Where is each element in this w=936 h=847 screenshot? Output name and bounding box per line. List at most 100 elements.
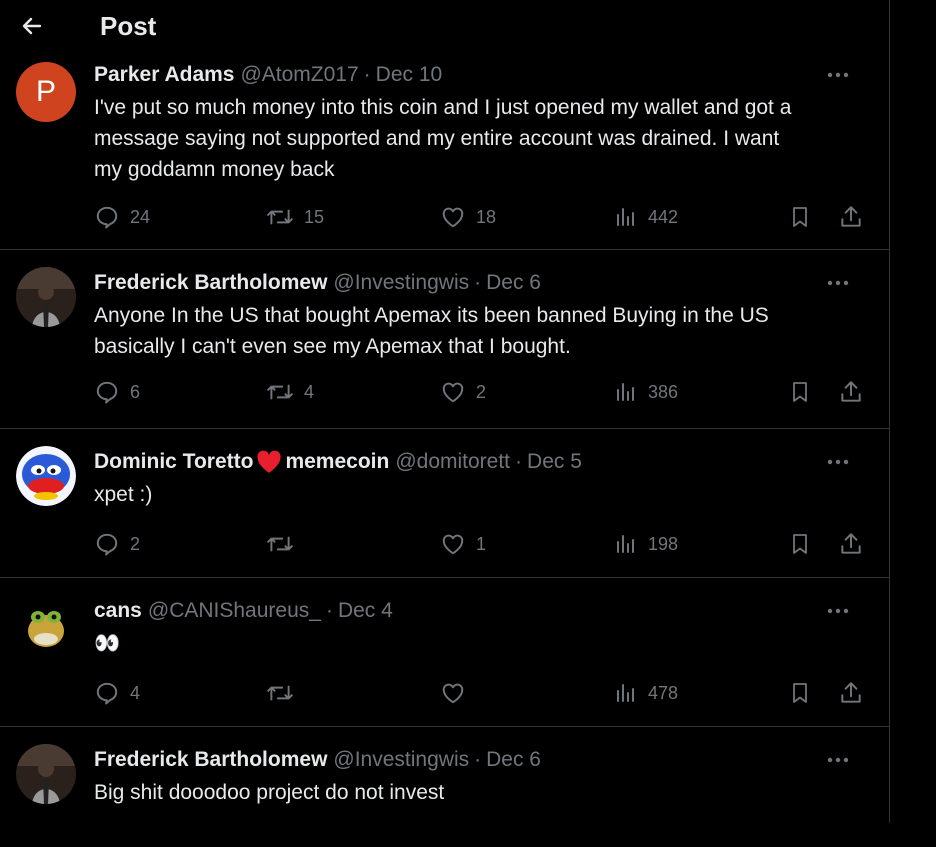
like-button[interactable]: 1: [440, 526, 486, 562]
more-horizontal-icon: [827, 608, 849, 614]
post-text-line: Big shit dooodoo project do not invest: [94, 781, 445, 804]
bookmark-button[interactable]: [788, 374, 812, 410]
post-text-line: 👀: [94, 632, 121, 655]
heart-icon: [442, 207, 464, 228]
more-options-button[interactable]: [823, 62, 853, 88]
post-text: Anyone In the US that bought Apemax its …: [94, 300, 869, 362]
reply-feed: P Parker Adams @AtomZ017 · Dec 10 I've p…: [0, 52, 889, 847]
more-horizontal-icon: [827, 280, 849, 286]
views-button[interactable]: 442: [614, 199, 678, 235]
reply-post[interactable]: cans @CANIShaureus_ · Dec 4 👀 4 478: [0, 578, 889, 727]
bookmark-button[interactable]: [788, 675, 812, 711]
reply-post[interactable]: Dominic Toretto memecoin @domitorett · D…: [0, 429, 889, 578]
bookmark-icon: [793, 683, 807, 703]
like-count: 1: [476, 533, 487, 554]
post-body: Dominic Toretto memecoin @domitorett · D…: [94, 439, 869, 566]
back-button[interactable]: [12, 6, 52, 46]
views-count: 442: [648, 206, 679, 227]
post-text: Big shit dooodoo project do not invest: [94, 777, 869, 808]
display-name[interactable]: Frederick Bartholomew: [94, 271, 327, 295]
display-name[interactable]: Dominic Toretto: [94, 450, 253, 474]
reply-post[interactable]: P Parker Adams @AtomZ017 · Dec 10 I've p…: [0, 52, 889, 250]
reply-post[interactable]: Frederick Bartholomew @Investingwis · De…: [0, 727, 889, 847]
more-options-button[interactable]: [823, 449, 853, 475]
more-horizontal-icon: [827, 72, 849, 78]
heart-icon: [442, 534, 464, 555]
user-handle[interactable]: @AtomZ017: [240, 63, 358, 87]
post-date[interactable]: Dec 6: [486, 748, 541, 772]
bookmark-button[interactable]: [788, 199, 812, 235]
post-text: xpet :): [94, 479, 869, 510]
views-button[interactable]: 386: [614, 374, 678, 410]
share-button[interactable]: [838, 199, 864, 235]
separator-dot: ·: [474, 271, 482, 294]
like-button[interactable]: 2: [440, 374, 486, 410]
avatar-cartoon-icon: [16, 446, 76, 506]
bookmark-icon: [793, 382, 807, 402]
user-handle[interactable]: @CANIShaureus_: [148, 599, 321, 623]
like-button[interactable]: [440, 675, 476, 711]
repost-icon: [267, 209, 293, 225]
reply-button[interactable]: 24: [94, 199, 150, 235]
share-button[interactable]: [838, 675, 864, 711]
repost-count: 15: [304, 206, 325, 227]
display-name[interactable]: Frederick Bartholomew: [94, 748, 327, 772]
avatar-photo-icon: [16, 267, 76, 327]
post-text-line: my goddamn money back: [94, 158, 335, 181]
views-button[interactable]: 198: [614, 526, 678, 562]
display-name[interactable]: Parker Adams: [94, 63, 234, 87]
repost-button[interactable]: 4: [266, 374, 314, 410]
display-name-suffix[interactable]: memecoin: [285, 450, 389, 474]
more-options-button[interactable]: [823, 747, 853, 773]
right-pane: [890, 0, 936, 823]
post-meta: Frederick Bartholomew @Investingwis · De…: [94, 747, 869, 773]
post-meta: Dominic Toretto memecoin @domitorett · D…: [94, 449, 869, 475]
separator-dot: ·: [474, 748, 482, 771]
user-handle[interactable]: @Investingwis: [333, 748, 469, 772]
reply-button[interactable]: 4: [94, 675, 140, 711]
reply-count: 4: [130, 682, 141, 703]
post-text-line: message saying not supported and my enti…: [94, 127, 780, 150]
post-body: Frederick Bartholomew @Investingwis · De…: [94, 260, 869, 414]
post-date[interactable]: Dec 10: [376, 63, 443, 87]
avatar[interactable]: [16, 446, 76, 506]
reply-button[interactable]: 2: [94, 526, 140, 562]
avatar[interactable]: [16, 595, 76, 655]
views-count: 198: [648, 533, 679, 554]
share-icon: [841, 381, 861, 402]
reply-post[interactable]: Frederick Bartholomew @Investingwis · De…: [0, 250, 889, 429]
post-text-line: basically I can't even see my Apemax tha…: [94, 335, 571, 358]
views-button[interactable]: 478: [614, 675, 678, 711]
views-count: 478: [648, 682, 679, 703]
reply-button[interactable]: 6: [94, 374, 140, 410]
post-text: 👀: [94, 628, 869, 659]
reply-icon: [96, 533, 118, 556]
more-options-button[interactable]: [823, 598, 853, 624]
post-date[interactable]: Dec 5: [527, 450, 582, 474]
repost-button[interactable]: 15: [266, 199, 324, 235]
post-meta: Frederick Bartholomew @Investingwis · De…: [94, 270, 869, 296]
arrow-left-icon: [22, 17, 42, 35]
action-bar: 24 15 18 442: [94, 199, 869, 239]
post-date[interactable]: Dec 6: [486, 271, 541, 295]
display-name[interactable]: cans: [94, 599, 142, 623]
avatar[interactable]: [16, 267, 76, 327]
share-button[interactable]: [838, 374, 864, 410]
bookmark-button[interactable]: [788, 526, 812, 562]
bar-chart-icon: [617, 535, 634, 553]
avatar[interactable]: P: [16, 62, 76, 122]
repost-button[interactable]: [266, 526, 304, 562]
like-button[interactable]: 18: [440, 199, 496, 235]
bookmark-icon: [793, 534, 807, 554]
avatar-photo-icon: [16, 744, 76, 804]
more-options-button[interactable]: [823, 270, 853, 296]
share-button[interactable]: [838, 526, 864, 562]
post-date[interactable]: Dec 4: [338, 599, 393, 623]
user-handle[interactable]: @Investingwis: [333, 271, 469, 295]
avatar[interactable]: [16, 744, 76, 804]
repost-button[interactable]: [266, 675, 304, 711]
separator-dot: ·: [325, 599, 333, 622]
user-handle[interactable]: @domitorett: [395, 450, 510, 474]
avatar-frog-icon: [16, 595, 76, 655]
repost-icon: [267, 536, 293, 552]
